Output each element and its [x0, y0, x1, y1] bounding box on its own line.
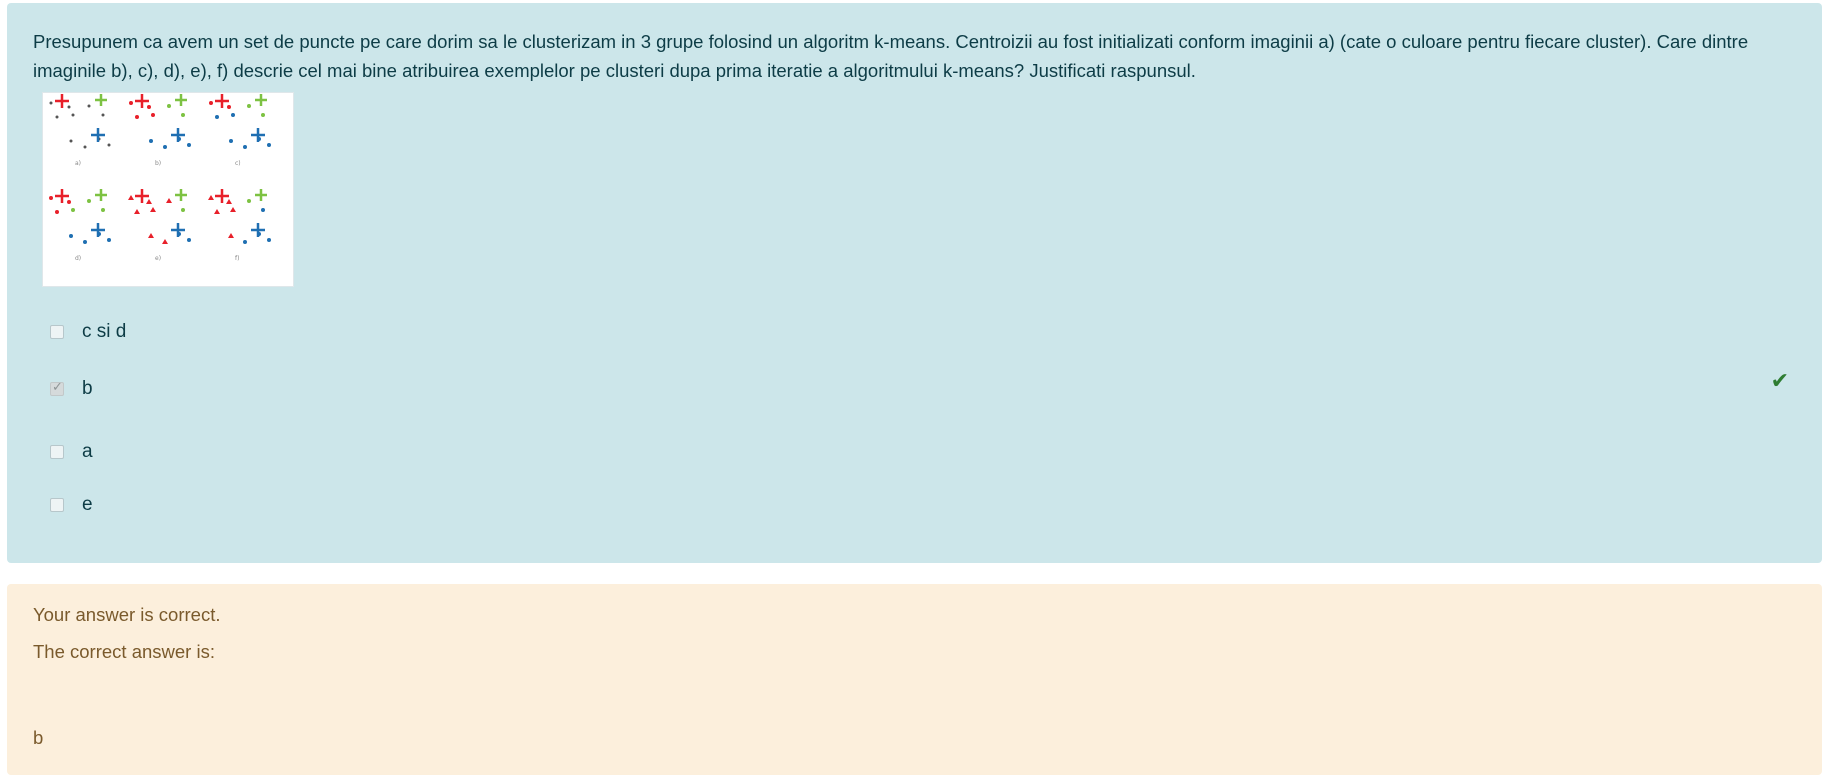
option-label: a [82, 441, 93, 462]
option-a[interactable]: a [50, 437, 93, 467]
feedback-box: Your answer is correct. The correct answ… [7, 584, 1822, 775]
feedback-correct-intro: The correct answer is: [33, 641, 215, 662]
option-checkbox-checked[interactable] [50, 380, 64, 396]
feedback-result: Your answer is correct. [33, 604, 221, 625]
panel-label-b: b) [155, 160, 161, 167]
panel-label-f: f) [235, 255, 239, 262]
panel-label-c: c) [235, 160, 241, 167]
option-b[interactable]: b [50, 374, 93, 404]
panel-b: b) [129, 94, 191, 167]
option-label: c si d [82, 321, 127, 342]
question-image: a) b) c) d) e) f) [42, 92, 294, 287]
panel-label-a: a) [75, 160, 81, 167]
panel-d: d) [49, 189, 111, 262]
panel-e: e) [128, 189, 191, 262]
option-checkbox[interactable] [50, 498, 64, 512]
panel-c: c) [209, 94, 271, 167]
panel-label-e: e) [155, 255, 161, 262]
option-checkbox[interactable] [50, 445, 64, 459]
option-label: e [82, 494, 93, 515]
panel-label-d: d) [75, 255, 81, 262]
panel-f: f) [208, 189, 271, 262]
check-icon: ✔ [1770, 369, 1789, 394]
question-text: Presupunem ca avem un set de puncte pe c… [33, 31, 1749, 81]
option-label: b [82, 378, 93, 399]
panel-a: a) [49, 94, 111, 167]
question-box: Presupunem ca avem un set de puncte pe c… [7, 3, 1822, 563]
option-checkbox[interactable] [50, 325, 64, 339]
kmeans-panels-image: a) b) c) d) e) f) [49, 94, 271, 262]
feedback-correct-answer: b [33, 727, 44, 748]
option-e[interactable]: e [50, 490, 93, 520]
option-c-si-d[interactable]: c si d [50, 317, 126, 347]
